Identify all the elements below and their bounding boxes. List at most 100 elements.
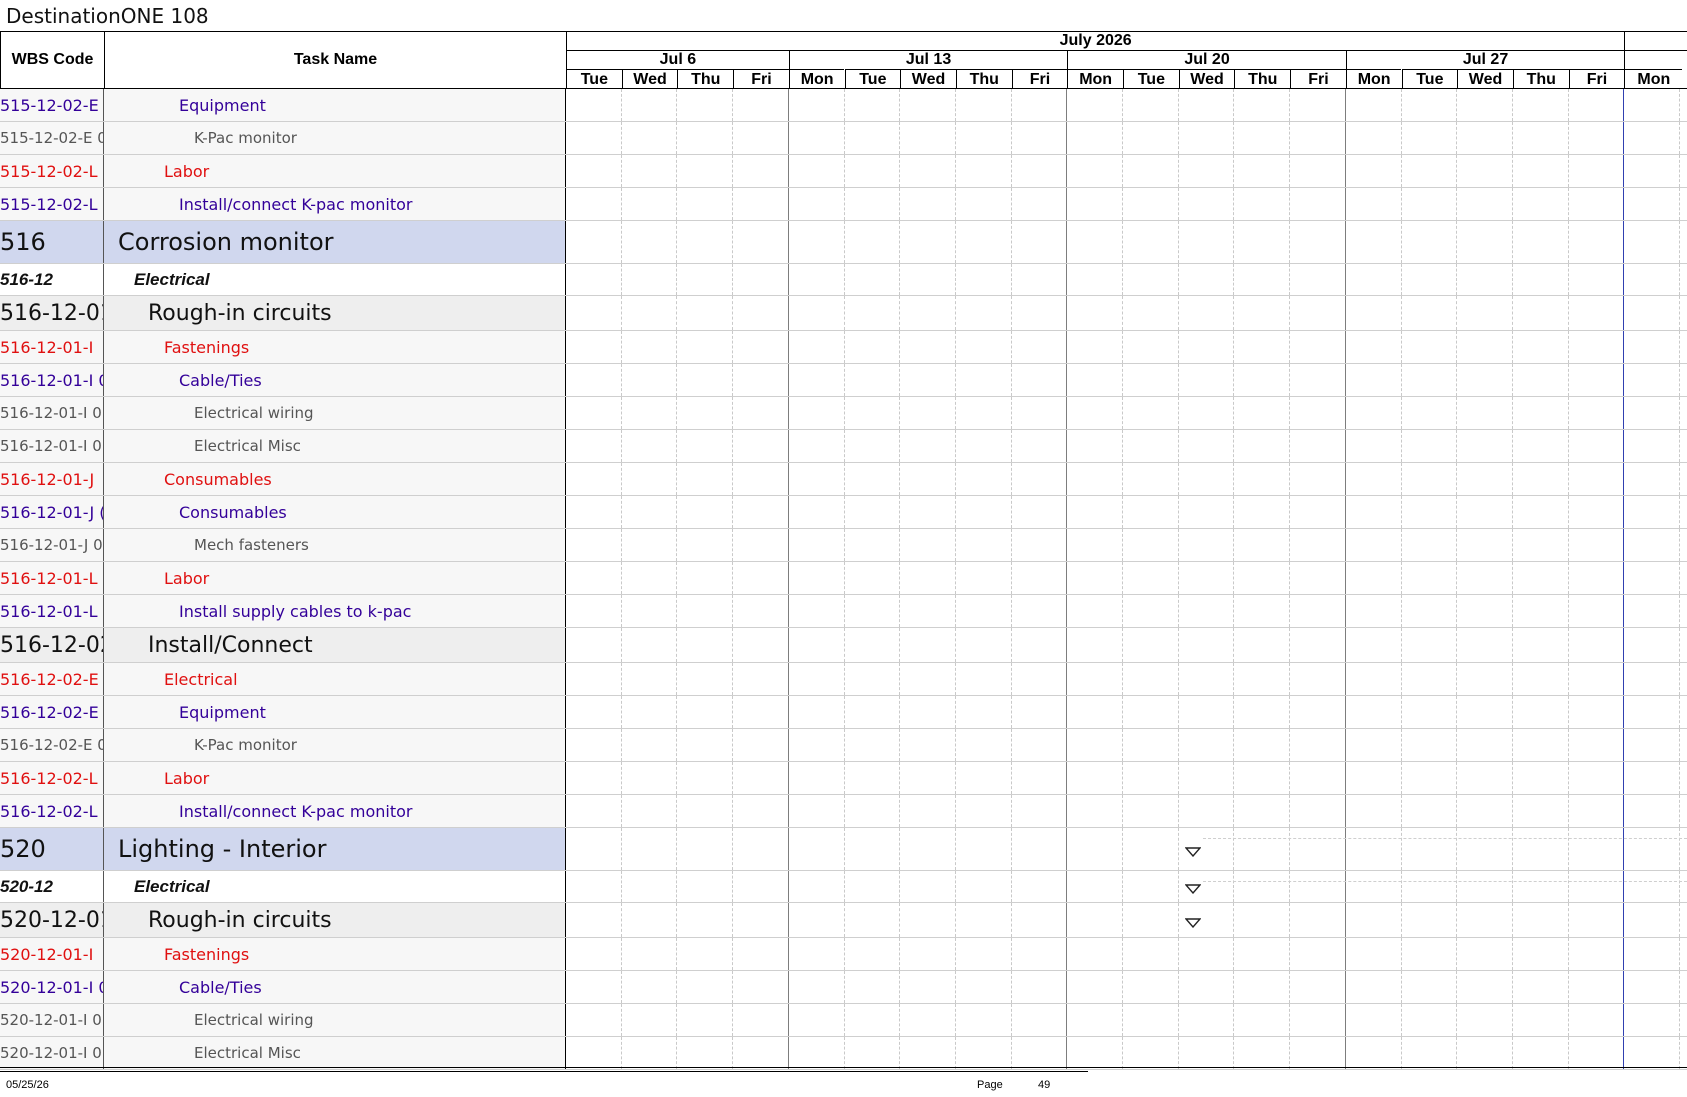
- day-gridline: [1066, 828, 1068, 870]
- gantt-row[interactable]: 516-12-02-L Install/connect K-pac monitor: [0, 795, 1687, 828]
- day-gridline: [1122, 89, 1123, 121]
- gantt-row[interactable]: 516-12-02-E Electrical: [0, 663, 1687, 696]
- gantt-row[interactable]: 520-12-01-I 01 Electrical Misc: [0, 1037, 1687, 1070]
- day-gridline: [620, 663, 622, 695]
- day-gridline: [732, 562, 734, 594]
- task-name-cell: Labor: [104, 562, 566, 594]
- wbs-code-header[interactable]: WBS Code: [0, 31, 104, 89]
- day-gridline: [1010, 938, 1012, 970]
- summary-start-triangle-icon[interactable]: [1184, 846, 1201, 857]
- day-gridline: [1511, 595, 1513, 627]
- gantt-row[interactable]: 516-12-01 Rough-in circuits: [0, 296, 1687, 331]
- gantt-row[interactable]: 516 Corrosion monitor: [0, 221, 1687, 264]
- day-gridline: [787, 729, 789, 761]
- gantt-row[interactable]: 520 Lighting - Interior: [0, 828, 1687, 871]
- gantt-row[interactable]: 515-12-02-L Install/connect K-pac monitor: [0, 188, 1687, 221]
- gantt-row[interactable]: 515-12-02-E Equipment: [0, 89, 1687, 122]
- day-gridline: [1567, 155, 1569, 187]
- gantt-row[interactable]: 515-12-02-L Labor: [0, 155, 1687, 188]
- day-gridline: [1344, 628, 1346, 662]
- gantt-row[interactable]: 516-12-01-J Consumables: [0, 463, 1687, 496]
- task-name-cell: Corrosion monitor: [104, 221, 566, 263]
- day-gridline: [620, 871, 622, 902]
- gantt-row[interactable]: 520-12-01-I 0 Cable/Ties: [0, 971, 1687, 1004]
- day-gridline: [1511, 795, 1513, 827]
- gantt-row[interactable]: 516-12-01-J 01 Mech fasteners: [0, 529, 1687, 562]
- day-gridline: [1066, 496, 1068, 528]
- gantt-row[interactable]: 520-12-01-I 01 Electrical wiring: [0, 1004, 1687, 1037]
- gantt-row[interactable]: 516-12-01-J (Consumables: [0, 496, 1687, 529]
- day-gridline: [1623, 397, 1625, 429]
- day-gridline: [1567, 562, 1569, 594]
- day-gridline: [1122, 562, 1123, 594]
- day-gridline: [1456, 463, 1458, 495]
- gantt-row[interactable]: 516-12-02-E Equipment: [0, 696, 1687, 729]
- gantt-row[interactable]: 516-12 Electrical: [0, 264, 1687, 296]
- day-gridline: [1233, 122, 1235, 154]
- day-gridline: [676, 1037, 678, 1069]
- day-gridline: [1456, 529, 1458, 561]
- day-gridline: [1344, 971, 1346, 1003]
- day-gridline: [620, 938, 622, 970]
- gantt-row[interactable]: 516-12-02-L Labor: [0, 762, 1687, 795]
- day-gridline: [954, 663, 956, 695]
- wbs-code-cell: 516-12-01-J 01: [0, 529, 104, 561]
- gantt-row[interactable]: 520-12-01-I Fastenings: [0, 938, 1687, 971]
- day-gridline: [1233, 1004, 1235, 1036]
- timeline-grid-row: [566, 364, 1687, 396]
- day-gridline: [1177, 1004, 1179, 1036]
- day-gridline: [1344, 463, 1346, 495]
- day-gridline: [1122, 663, 1123, 695]
- day-gridline: [676, 122, 678, 154]
- day-gridline: [1177, 696, 1179, 728]
- gantt-row[interactable]: 515-12-02-E 0 K-Pac monitor: [0, 122, 1687, 155]
- wbs-code-cell: 516-12-02-E: [0, 696, 104, 728]
- day-gridline: [732, 663, 734, 695]
- day-gridline: [954, 430, 956, 462]
- day-gridline: [1679, 762, 1680, 794]
- day-gridline: [1233, 696, 1235, 728]
- gantt-row[interactable]: 516-12-01-I 01 Electrical Misc: [0, 430, 1687, 463]
- day-gridline: [1623, 729, 1625, 761]
- gantt-row[interactable]: 516-12-01-L Install supply cables to k-pa…: [0, 595, 1687, 628]
- day-gridline: [620, 562, 622, 594]
- gantt-row[interactable]: 516-12-01-L Labor: [0, 562, 1687, 595]
- gantt-row[interactable]: 520-12-01 Rough-in circuits: [0, 903, 1687, 938]
- day-gridline: [1066, 595, 1068, 627]
- gantt-row[interactable]: 516-12-01-I Fastenings: [0, 331, 1687, 364]
- day-gridline: [732, 496, 734, 528]
- day-gridline: [1456, 971, 1458, 1003]
- gantt-row[interactable]: 516-12-01-I 01 Electrical wiring: [0, 397, 1687, 430]
- day-gridline: [1623, 828, 1625, 870]
- day-gridline: [620, 264, 622, 295]
- summary-start-triangle-icon[interactable]: [1184, 884, 1201, 894]
- summary-start-triangle-icon[interactable]: [1184, 917, 1201, 928]
- task-name-cell: Fastenings: [104, 331, 566, 363]
- task-name-header[interactable]: Task Name: [104, 31, 566, 89]
- day-gridline: [1567, 496, 1569, 528]
- day-gridline: [1010, 364, 1012, 396]
- gantt-row[interactable]: 516-12-02-E 0 K-Pac monitor: [0, 729, 1687, 762]
- day-gridline: [1679, 529, 1680, 561]
- day-gridline: [787, 1004, 789, 1036]
- day-gridline: [676, 364, 678, 396]
- day-label: Thu: [955, 69, 1012, 89]
- gantt-row[interactable]: 516-12-02 Install/Connect: [0, 628, 1687, 663]
- day-gridline: [732, 188, 734, 220]
- day-gridline: [1567, 938, 1569, 970]
- day-gridline: [732, 762, 734, 794]
- day-gridline: [1456, 595, 1458, 627]
- gantt-row[interactable]: 516-12-01-I 0 Cable/Ties: [0, 364, 1687, 397]
- chart-bottom-border: [0, 1067, 1687, 1068]
- day-gridline: [1010, 903, 1012, 937]
- day-gridline: [954, 529, 956, 561]
- gantt-row[interactable]: 520-12 Electrical: [0, 871, 1687, 903]
- wbs-code-cell: 516-12-02-E: [0, 663, 104, 695]
- day-gridline: [1679, 938, 1680, 970]
- day-gridline: [1289, 595, 1291, 627]
- day-gridline: [1066, 938, 1068, 970]
- day-gridline: [1122, 628, 1123, 662]
- day-gridline: [1344, 1004, 1346, 1036]
- day-gridline: [787, 1037, 789, 1069]
- day-gridline: [1679, 871, 1680, 902]
